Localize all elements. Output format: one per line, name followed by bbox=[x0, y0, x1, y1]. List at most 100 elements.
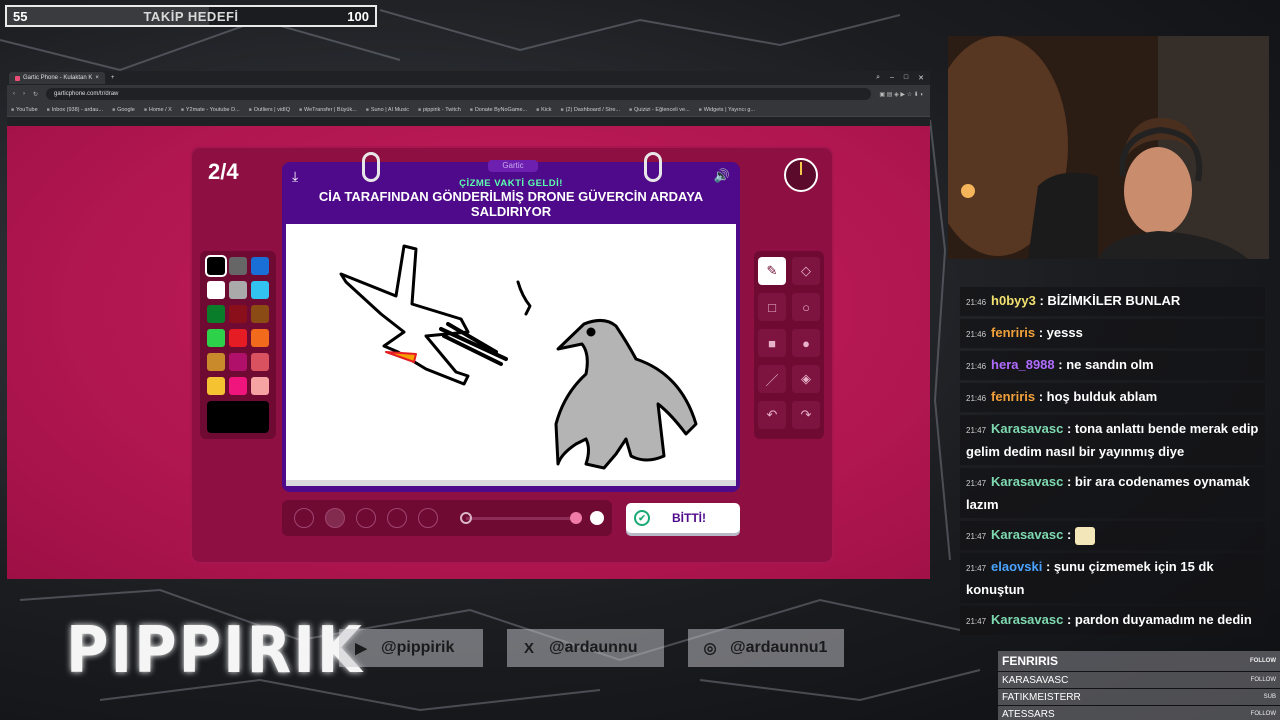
color-swatch[interactable] bbox=[229, 353, 247, 371]
event-name: FENRIRIS bbox=[1002, 654, 1059, 668]
x-icon: X bbox=[523, 639, 534, 657]
back-icon[interactable]: ‹ bbox=[13, 91, 15, 97]
color-swatch[interactable] bbox=[207, 353, 225, 371]
bookmark-item[interactable]: Kick bbox=[536, 107, 551, 113]
circle-fill-icon[interactable]: ● bbox=[792, 329, 820, 357]
close-window-icon[interactable]: ✕ bbox=[918, 74, 924, 82]
drawing-canvas[interactable] bbox=[286, 224, 736, 486]
social-handle: @ardaunnu bbox=[549, 639, 638, 656]
chat-username[interactable]: Karasavasc bbox=[991, 527, 1063, 542]
address-bar[interactable]: garticphone.com/tr/draw bbox=[46, 88, 872, 100]
color-swatch[interactable] bbox=[205, 255, 227, 277]
color-swatch[interactable] bbox=[251, 329, 269, 347]
event-row: ATESSARS FOLLOW bbox=[998, 706, 1280, 720]
bookmark-item[interactable]: WeTransfer | Büyük... bbox=[299, 107, 357, 113]
rect-outline-icon[interactable]: □ bbox=[758, 293, 786, 321]
bucket-icon[interactable]: ◈ bbox=[792, 365, 820, 393]
tab-close-icon[interactable]: × bbox=[95, 75, 99, 81]
done-label: BİTTİ! bbox=[672, 511, 706, 525]
color-swatch[interactable] bbox=[251, 353, 269, 371]
circle-outline-icon[interactable]: ○ bbox=[792, 293, 820, 321]
brush-size-5[interactable] bbox=[418, 508, 438, 528]
chat-text: hoş bulduk ablam bbox=[1046, 389, 1158, 404]
line-icon[interactable]: ／ bbox=[758, 365, 786, 393]
chat-username[interactable]: elaovski bbox=[991, 559, 1042, 574]
rect-fill-icon[interactable]: ■ bbox=[758, 329, 786, 357]
color-swatch[interactable] bbox=[251, 377, 269, 395]
chat-username[interactable]: hera_8988 bbox=[991, 357, 1055, 372]
bookmark-item[interactable]: (2) Dashboard / Stre... bbox=[561, 107, 620, 113]
maximize-icon[interactable]: □ bbox=[904, 74, 908, 82]
color-swatch[interactable] bbox=[229, 329, 247, 347]
done-button[interactable]: ✔ BİTTİ! bbox=[626, 503, 740, 533]
chat-text: BİZİMKİLER BUNLAR bbox=[1047, 293, 1181, 308]
brush-size-3[interactable] bbox=[356, 508, 376, 528]
bookmark-item[interactable]: Suno | AI Music bbox=[366, 107, 409, 113]
chat-separator: : bbox=[1054, 357, 1067, 372]
chat-username[interactable]: Karasavasc bbox=[991, 421, 1063, 436]
forward-icon[interactable]: › bbox=[23, 91, 25, 97]
opacity-handle[interactable] bbox=[570, 512, 582, 524]
goal-title: TAKİP HEDEFİ bbox=[143, 8, 239, 24]
drawing-frame: Gartic ⤓ 🔊 ÇİZME VAKTİ GELDİ! CİA TARAFI… bbox=[282, 152, 740, 492]
bookmark-item[interactable]: Y2mate - Youtube D... bbox=[181, 107, 240, 113]
social-youtube: ▶ @pippirik bbox=[339, 629, 483, 667]
bookmark-item[interactable]: Donate ByNoGame... bbox=[470, 107, 527, 113]
event-row: FATIKMEISTERR SUB bbox=[998, 689, 1280, 705]
pencil-icon[interactable]: ✎ bbox=[758, 257, 786, 285]
brush-size-4[interactable] bbox=[387, 508, 407, 528]
opacity-min-handle[interactable] bbox=[460, 512, 472, 524]
color-swatch[interactable] bbox=[207, 305, 225, 323]
bookmark-item[interactable]: Widgets | Yayıncı g... bbox=[699, 107, 755, 113]
brush-size-2[interactable] bbox=[325, 508, 345, 528]
chat-panel: 21:46 h0byy3 : BİZİMKİLER BUNLAR 21:46 fenr… bbox=[960, 287, 1265, 638]
undo-icon[interactable]: ↶ bbox=[758, 401, 786, 429]
chat-message: 21:47 elaovski : şunu çizmemek için 15 dk… bbox=[960, 553, 1265, 603]
chat-username[interactable]: h0byy3 bbox=[991, 293, 1036, 308]
pigeon-eye bbox=[586, 327, 596, 337]
bookmark-item[interactable]: Outliers | vidIQ bbox=[249, 107, 290, 113]
bookmark-item[interactable]: Inbox (938) - ardau... bbox=[47, 107, 103, 113]
webcam-feed bbox=[948, 36, 1269, 259]
color-swatch[interactable] bbox=[207, 281, 225, 299]
chat-separator: : bbox=[1035, 389, 1047, 404]
color-swatch[interactable] bbox=[251, 281, 269, 299]
chat-timestamp: 21:46 bbox=[966, 298, 987, 307]
minimize-icon[interactable]: – bbox=[890, 74, 894, 82]
bookmark-item[interactable]: Quizizi - Eğlenceli ve... bbox=[629, 107, 690, 113]
chat-timestamp: 21:47 bbox=[966, 426, 987, 435]
brush-size-1[interactable] bbox=[294, 508, 314, 528]
color-swatch[interactable] bbox=[207, 377, 225, 395]
redo-icon[interactable]: ↷ bbox=[792, 401, 820, 429]
color-swatch[interactable] bbox=[229, 377, 247, 395]
search-tabs-icon[interactable]: ⌕ bbox=[876, 74, 880, 82]
color-swatch[interactable] bbox=[229, 257, 247, 275]
chat-username[interactable]: Karasavasc bbox=[991, 474, 1063, 489]
bookmark-item[interactable]: Home / X bbox=[144, 107, 172, 113]
event-name: ATESSARS bbox=[1002, 708, 1055, 720]
bookmark-item[interactable]: Google bbox=[112, 107, 135, 113]
eraser-icon[interactable]: ◇ bbox=[792, 257, 820, 285]
extensions-icon[interactable]: ▣ ▤ ◈ ▶ ☆ ⬇ ◐ bbox=[879, 91, 924, 98]
opacity-slider[interactable] bbox=[466, 517, 576, 520]
bookmark-item[interactable]: pippirik - Twitch bbox=[418, 107, 461, 113]
new-tab-icon[interactable]: + bbox=[111, 75, 115, 81]
chat-username[interactable]: fenriris bbox=[991, 325, 1035, 340]
color-swatch[interactable] bbox=[229, 305, 247, 323]
color-swatch[interactable] bbox=[251, 257, 269, 275]
reload-icon[interactable]: ↻ bbox=[33, 91, 38, 98]
chat-timestamp: 21:46 bbox=[966, 362, 987, 371]
color-swatch[interactable] bbox=[229, 281, 247, 299]
recent-events: FENRIRIS FOLLOW KARASAVASC FOLLOW FATIKM… bbox=[998, 651, 1280, 720]
color-swatch[interactable] bbox=[207, 329, 225, 347]
social-x: X @ardaunnu bbox=[507, 629, 664, 667]
chat-separator: : bbox=[1035, 293, 1048, 308]
chat-username[interactable]: Karasavasc bbox=[991, 612, 1063, 627]
chat-message: 21:47 Karasavasc : pardon duyamadım ne de… bbox=[960, 606, 1265, 635]
color-swatch[interactable] bbox=[251, 305, 269, 323]
bookmark-item[interactable]: YouTube bbox=[11, 107, 38, 113]
chat-username[interactable]: fenriris bbox=[991, 389, 1035, 404]
browser-tab[interactable]: Gartic Phone - Kulaktan K × bbox=[9, 72, 105, 84]
chat-separator: : bbox=[1063, 421, 1075, 436]
browser-window: Gartic Phone - Kulaktan K × + ⌕ – □ ✕ ‹ … bbox=[7, 71, 930, 579]
